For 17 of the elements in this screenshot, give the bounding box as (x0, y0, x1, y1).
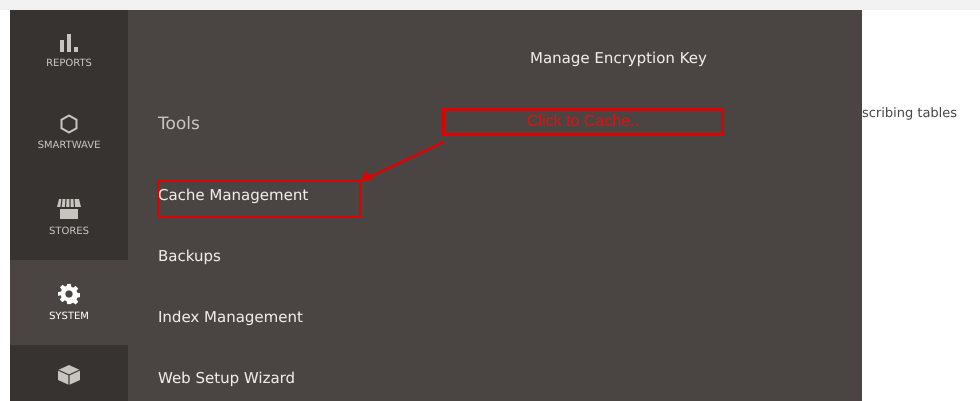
sidebar-item[interactable]: REPORTS (10, 10, 128, 90)
sidebar-item[interactable]: SYSTEM (10, 260, 128, 345)
body-text: scribing tables (862, 106, 958, 121)
menu-link[interactable]: Manage Encryption Key (530, 49, 862, 67)
menu-link[interactable]: Web Setup Wizard (158, 369, 296, 387)
sidebar-item[interactable]: SMARTWAVE (10, 90, 128, 175)
hexagon-icon (60, 114, 78, 134)
gear-icon (58, 283, 80, 305)
brick-icon (57, 364, 81, 386)
menu-link[interactable]: Index Management (158, 308, 303, 326)
menu-link[interactable]: Backups (158, 247, 221, 265)
bar-chart-icon (58, 32, 80, 52)
sidebar-item[interactable]: STORES (10, 175, 128, 260)
storefront-icon (56, 198, 82, 220)
menu-link[interactable]: Cache Management (158, 186, 308, 204)
section-title: Tools (158, 114, 200, 134)
callout-label: Click to Cache.. (442, 108, 724, 136)
